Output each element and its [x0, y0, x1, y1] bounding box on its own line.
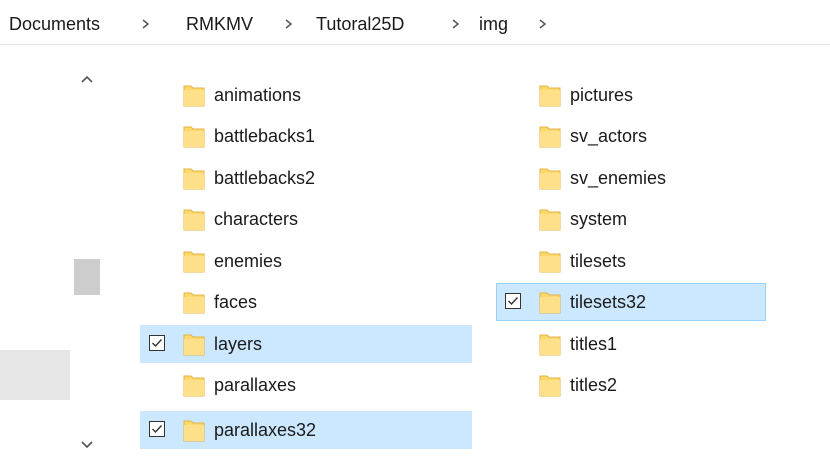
- folder-name: titles1: [570, 334, 618, 354]
- chevron-right-icon[interactable]: [536, 15, 550, 33]
- folder-item[interactable]: pictures: [496, 76, 796, 114]
- folder-name: parallaxes32: [214, 420, 317, 440]
- folder-name: battlebacks2: [214, 168, 316, 188]
- folder-icon: [538, 125, 562, 149]
- folder-item[interactable]: battlebacks1: [140, 117, 472, 155]
- folder-name: tilesets32: [570, 292, 647, 312]
- folder-icon: [538, 333, 562, 357]
- scroll-thumb[interactable]: [74, 259, 100, 295]
- folder-item[interactable]: titles2: [496, 366, 796, 404]
- folder-name: system: [570, 209, 628, 229]
- file-explorer: Documents RMKMV Tutoral25D img animation…: [0, 0, 830, 457]
- folder-icon: [182, 125, 206, 149]
- breadcrumb-item-img[interactable]: img: [479, 13, 508, 35]
- folder-icon: [182, 333, 206, 357]
- folder-name: enemies: [214, 251, 283, 271]
- folder-icon: [182, 419, 206, 443]
- folder-icon: [538, 84, 562, 108]
- breadcrumb: Documents RMKMV Tutoral25D img: [0, 0, 830, 44]
- folder-name: titles2: [570, 375, 618, 395]
- folder-icon: [182, 167, 206, 191]
- folder-item-selected[interactable]: tilesets32: [496, 283, 766, 321]
- folder-item[interactable]: sv_enemies: [496, 159, 796, 197]
- chevron-right-icon[interactable]: [282, 15, 296, 33]
- chevron-down-icon: [81, 441, 93, 449]
- folder-icon: [538, 167, 562, 191]
- folder-name: sv_enemies: [570, 168, 667, 188]
- folder-item[interactable]: animations: [140, 76, 472, 114]
- folder-item[interactable]: characters: [140, 200, 472, 238]
- breadcrumb-item-tutoral25d[interactable]: Tutoral25D: [316, 13, 404, 35]
- checkbox-checked-icon[interactable]: [149, 335, 165, 351]
- folder-item[interactable]: battlebacks2: [140, 159, 472, 197]
- folder-name: characters: [214, 209, 299, 229]
- folder-name: pictures: [570, 85, 634, 105]
- folder-name: faces: [214, 292, 258, 312]
- scroll-down-button[interactable]: [72, 433, 102, 457]
- folder-item[interactable]: tilesets: [496, 242, 796, 280]
- navigation-pane-edge: [0, 350, 70, 400]
- folder-icon: [182, 250, 206, 274]
- folder-item[interactable]: titles1: [496, 325, 796, 363]
- folder-icon: [182, 374, 206, 398]
- folder-name: tilesets: [570, 251, 627, 271]
- folder-item[interactable]: system: [496, 200, 796, 238]
- folder-name: sv_actors: [570, 126, 648, 146]
- folder-icon: [538, 208, 562, 232]
- folder-icon: [182, 208, 206, 232]
- folder-item[interactable]: enemies: [140, 242, 472, 280]
- vertical-scrollbar[interactable]: [72, 68, 102, 457]
- breadcrumb-item-documents[interactable]: Documents: [9, 13, 100, 35]
- chevron-up-icon: [81, 75, 93, 83]
- folder-name: layers: [214, 334, 263, 354]
- folder-item[interactable]: sv_actors: [496, 117, 796, 155]
- folder-icon: [538, 291, 562, 315]
- checkbox-checked-icon[interactable]: [149, 421, 165, 437]
- folder-icon: [538, 374, 562, 398]
- folder-item-selected[interactable]: parallaxes32: [140, 411, 472, 449]
- folder-icon: [182, 84, 206, 108]
- breadcrumb-item-rmkmv[interactable]: RMKMV: [186, 13, 253, 35]
- folder-name: battlebacks1: [214, 126, 316, 146]
- checkbox-checked-icon[interactable]: [505, 293, 521, 309]
- folder-item-selected[interactable]: layers: [140, 325, 472, 363]
- breadcrumb-divider: [0, 44, 830, 45]
- folder-icon: [538, 250, 562, 274]
- folder-name: parallaxes: [214, 375, 297, 395]
- folder-item[interactable]: parallaxes: [140, 366, 472, 404]
- chevron-right-icon[interactable]: [139, 15, 153, 33]
- chevron-right-icon[interactable]: [449, 15, 463, 33]
- folder-item[interactable]: faces: [140, 283, 472, 321]
- scroll-up-button[interactable]: [72, 68, 102, 92]
- folder-icon: [182, 291, 206, 315]
- folder-name: animations: [214, 85, 302, 105]
